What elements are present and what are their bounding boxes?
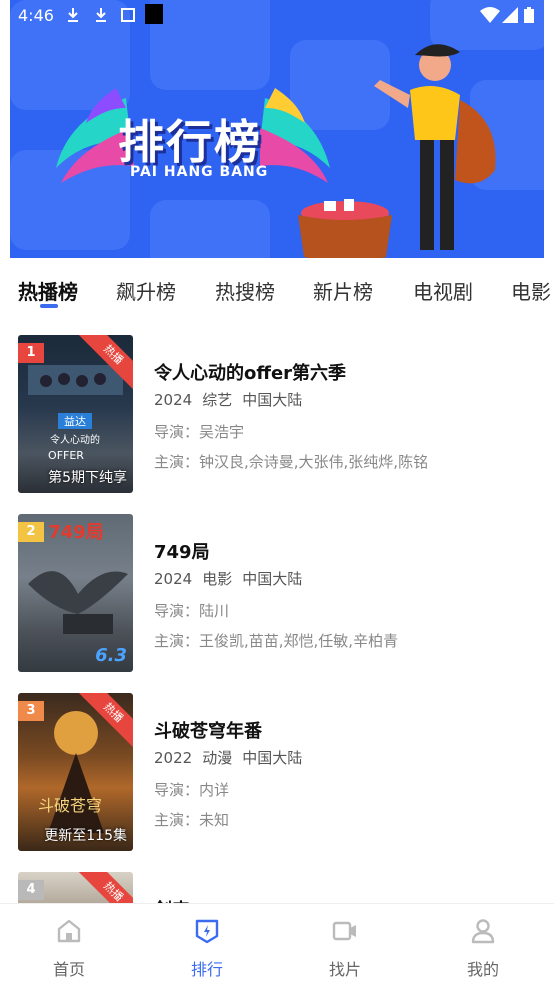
download-icon	[68, 8, 78, 22]
item-cast: 主演：王俊凯,苗苗,郑恺,任敏,辛柏青	[154, 632, 399, 650]
splash-right-decoration	[260, 88, 330, 183]
rank-badge: 4	[18, 880, 44, 900]
download-icon	[96, 8, 106, 22]
person-illustration	[374, 44, 496, 250]
nav-find[interactable]: 找片	[276, 904, 414, 984]
item-region: 中国大陆	[242, 391, 303, 409]
svg-text:令人心动的: 令人心动的	[50, 433, 100, 446]
rank-badge: 2	[18, 522, 44, 542]
nav-find-label: 找片	[328, 960, 361, 979]
svg-text:OFFER: OFFER	[48, 449, 84, 462]
tab-movie[interactable]: 电影	[511, 276, 551, 305]
item-title[interactable]: 749局	[154, 538, 210, 564]
svg-text:益达: 益达	[64, 414, 86, 428]
item-title[interactable]: 令人心动的offer第六季	[154, 359, 346, 385]
nav-ranking[interactable]: 排行	[138, 904, 276, 984]
home-icon	[57, 919, 81, 943]
battery-icon	[524, 7, 534, 23]
poster-image[interactable]: 斗破苍穹 3 热播 更新至115集	[18, 693, 133, 851]
banner-title: 排行榜	[118, 115, 262, 169]
item-year: 2024	[154, 391, 193, 409]
nav-ranking-label: 排行	[190, 960, 223, 979]
nav-home-label: 首页	[52, 960, 85, 979]
rank-badge: 3	[18, 701, 44, 721]
poster-image[interactable]: 749局 2 6.3	[18, 514, 133, 672]
nav-mine-label: 我的	[466, 960, 499, 979]
poster-caption: 第5期下纯享	[48, 470, 127, 486]
item-director: 导演：吴浩宇	[154, 423, 245, 441]
app-status-icon	[145, 4, 163, 24]
poster-caption: 更新至115集	[44, 828, 127, 844]
item-meta: 2024 综艺 中国大陆	[154, 389, 302, 410]
tab-hot-play[interactable]: 热播榜	[18, 276, 78, 305]
list-item[interactable]: 749局 2 6.3 749局 2024 电影 中国大陆 导演：陆川 主演：王俊凯,…	[0, 514, 554, 674]
svg-text:斗破苍穹: 斗破苍穹	[38, 796, 102, 815]
item-cast: 主演：钟汉良,佘诗曼,大张伟,张纯烨,陈铭	[154, 453, 429, 471]
item-meta: 2024 电影 中国大陆	[154, 568, 302, 589]
bottom-navigation: 首页 排行 找片 我的	[0, 903, 554, 984]
ranking-tabs: 热播榜 飙升榜 热搜榜 新片榜 电视剧 电影	[0, 262, 554, 314]
banner-subtitle: PAI HANG BANG	[130, 164, 269, 180]
nav-mine[interactable]: 我的	[414, 904, 552, 984]
poster-score: 6.3	[95, 645, 127, 666]
tab-tv-series[interactable]: 电视剧	[413, 276, 473, 305]
tab-rising[interactable]: 飙升榜	[116, 276, 176, 305]
tab-new[interactable]: 新片榜	[313, 276, 373, 305]
status-bar: 4:46	[0, 0, 554, 30]
ranking-icon	[195, 919, 219, 944]
item-genre: 电影	[202, 570, 233, 588]
item-meta: 2022 动漫 中国大陆	[154, 747, 302, 768]
user-icon	[471, 919, 495, 944]
svg-text:749局: 749局	[48, 522, 104, 543]
item-year: 2024	[154, 570, 193, 588]
rank-badge: 1	[18, 343, 44, 363]
item-title[interactable]: 斗破苍穹年番	[154, 717, 262, 743]
ranking-banner: 排行榜 PAI HANG BANG	[10, 0, 544, 258]
wifi-icon	[480, 7, 500, 23]
tab-hot-search[interactable]: 热搜榜	[215, 276, 275, 305]
item-region: 中国大陆	[242, 749, 303, 767]
item-director: 导演：陆川	[154, 602, 230, 620]
item-region: 中国大陆	[242, 570, 303, 588]
item-genre: 动漫	[202, 749, 233, 767]
signal-icon	[502, 7, 518, 23]
video-camera-icon	[332, 921, 356, 941]
item-cast: 主演：未知	[154, 811, 230, 829]
list-item[interactable]: 益达 令人心动的 OFFER 1 热播 第5期下纯享 令人心动的offer第六季…	[0, 335, 554, 495]
list-item[interactable]: 斗破苍穹 3 热播 更新至115集 斗破苍穹年番 2022 动漫 中国大陆 导演：内…	[0, 693, 554, 853]
notification-icon	[121, 8, 135, 22]
item-director: 导演：内详	[154, 781, 230, 799]
active-tab-indicator	[40, 304, 58, 308]
item-genre: 综艺	[202, 391, 233, 409]
nav-home[interactable]: 首页	[0, 904, 138, 984]
poster-image[interactable]: 益达 令人心动的 OFFER 1 热播 第5期下纯享	[18, 335, 133, 493]
status-time: 4:46	[18, 6, 54, 25]
item-year: 2022	[154, 749, 193, 767]
